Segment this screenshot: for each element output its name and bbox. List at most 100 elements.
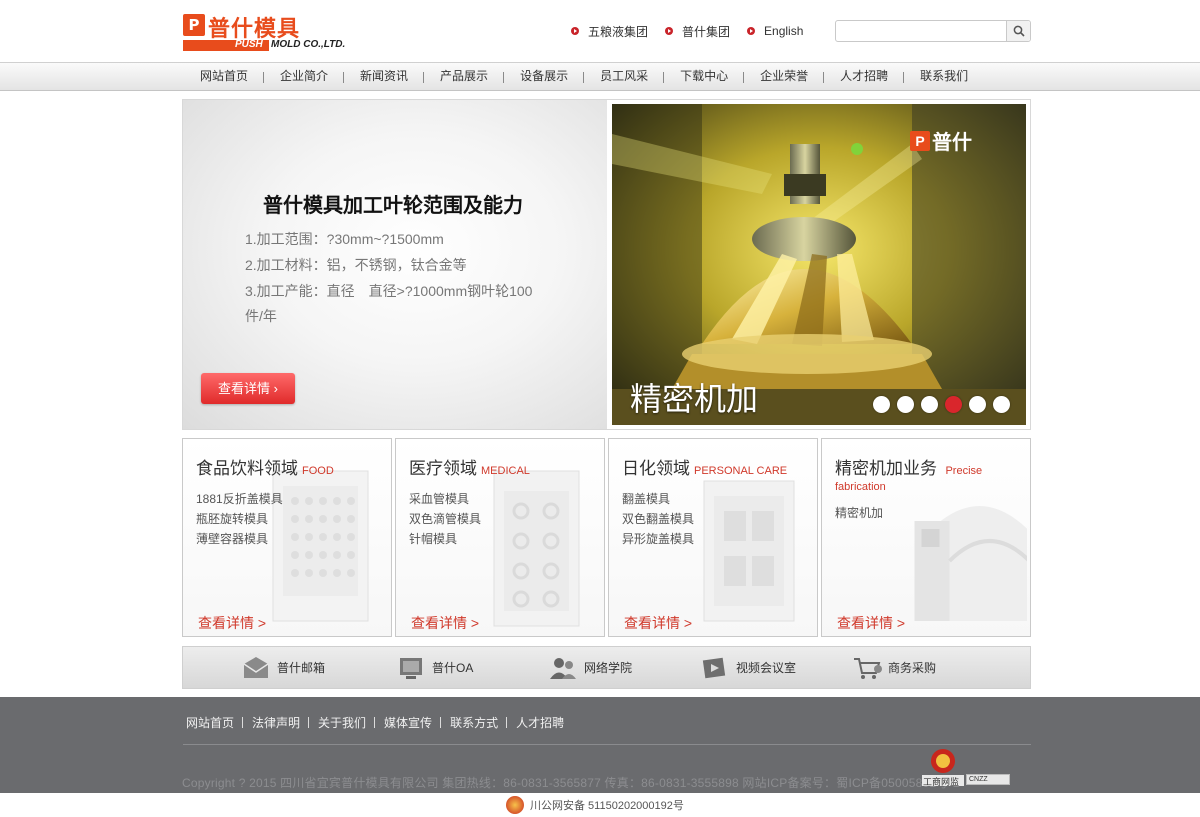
banner-line-1: 1.加工范围：?30mm~?1500mm [245,231,444,247]
top-link-label: 普什集团 [682,24,731,39]
banner-line-2: 2.加工材料：铝，不锈钢，钛合金等 [245,257,467,273]
nav-item-careers[interactable]: 人才招聘 [824,63,905,91]
bullet-arrow-icon [665,27,674,35]
logo-mark: P [183,14,205,36]
photo-logo-text: 普什 [932,132,972,154]
quick-link-label: 普什邮箱 [277,661,326,675]
banner-title: 普什模具加工叶轮范围及能力 [263,193,523,217]
list-item[interactable]: 采血管模具 [409,489,481,509]
list-item[interactable]: 异形旋盖模具 [622,529,694,549]
logo-name-en: PUSH MOLD CO.,LTD. [183,39,363,51]
nav-item-news[interactable]: 新闻资讯 [344,63,425,91]
logo-push-text: PUSH [235,39,263,50]
list-item[interactable]: 薄壁容器模具 [196,529,283,549]
footer-divider [183,744,1031,745]
business-license-badge[interactable]: 工商网监 [922,746,964,787]
banner-detail-button[interactable]: 查看详情 › [201,373,295,404]
search-input[interactable] [838,22,1002,40]
footer-link-media[interactable]: 媒体宣传 [375,714,442,731]
slider-dot-4[interactable] [945,396,962,413]
nav-item-downloads[interactable]: 下载中心 [664,63,745,91]
slider-dot-6[interactable] [993,396,1010,413]
quick-link-video[interactable]: 视频会议室 [700,647,796,688]
quick-links-bar: 普什邮箱 普什OA 网络学院 视频会议室 商务采购 [182,646,1031,689]
quick-link-label: 网络学院 [584,661,633,675]
bullet-arrow-icon [747,27,756,35]
category-title-en-line2: fabrication [835,481,886,493]
top-link-wuliangye[interactable]: 五粮液集团 [571,22,648,40]
list-item[interactable]: 1881反折盖模具 [196,489,283,509]
banner-text-panel: 普什模具加工叶轮范围及能力 1.加工范围：?30mm~?1500mm 2.加工材… [183,100,607,429]
nav-item-products[interactable]: 产品展示 [424,63,505,91]
list-item[interactable]: 翻盖模具 [622,489,694,509]
slider-dot-5[interactable] [969,396,986,413]
category-list: 采血管模具 双色滴管模具 针帽模具 [409,489,481,549]
copyright-text: Copyright ? 2015 四川省宜宾普什模具有限公司 集团热线：86-0… [182,776,960,790]
category-title[interactable]: 日化领域 PERSONAL CARE [622,454,787,479]
site-logo[interactable]: P 普什模具 PUSH MOLD CO.,LTD. [183,12,373,52]
slider-dot-2[interactable] [897,396,914,413]
category-detail-link[interactable]: 查看详情 > [837,613,905,633]
top-link-label: English [764,24,804,38]
category-list: 翻盖模具 双色翻盖模具 异形旋盖模具 [622,489,694,549]
logo-mold-text: MOLD CO.,LTD. [271,39,346,50]
nav-item-home[interactable]: 网站首页 [183,63,265,91]
category-precision: 精密机加业务 Precise fabrication 精密机加 查看详情 > [821,438,1031,637]
category-list: 精密机加 [835,503,883,523]
quick-link-label: 普什OA [432,661,474,675]
footer-link-careers[interactable]: 人才招聘 [507,714,573,731]
quick-link-mail[interactable]: 普什邮箱 [241,647,325,688]
police-record[interactable]: 川公网安备 51150202000192号 [506,796,684,814]
mail-icon [243,656,269,678]
category-title-cn: 日化领域 [622,459,690,479]
category-title[interactable]: 医疗领域 MEDICAL [409,454,530,479]
nav-item-honors[interactable]: 企业荣誉 [744,63,825,91]
category-detail-link[interactable]: 查看详情 > [198,613,266,633]
photo-logo-mark: P [910,130,930,151]
top-link-english[interactable]: English [747,22,803,40]
site-header: P 普什模具 PUSH MOLD CO.,LTD. 五粮液集团 普什集团 Eng… [0,0,1200,62]
top-links: 五粮液集团 普什集团 English [571,22,820,40]
top-link-push-group[interactable]: 普什集团 [665,22,730,40]
list-item[interactable]: 瓶胚旋转模具 [196,509,283,529]
category-detail-link[interactable]: 查看详情 > [624,613,692,633]
footer-link-home[interactable]: 网站首页 [186,714,244,731]
police-emblem-icon [506,796,524,814]
nav-item-about[interactable]: 企业简介 [264,63,345,91]
footer-link-legal[interactable]: 法律声明 [243,714,310,731]
slider-dot-1[interactable] [873,396,890,413]
category-title[interactable]: 食品饮料领域 FOOD [196,454,334,479]
footer-link-about[interactable]: 关于我们 [309,714,376,731]
category-title-en: MEDICAL [481,465,530,477]
search-button[interactable] [1006,21,1030,41]
list-item[interactable]: 双色滴管模具 [409,509,481,529]
mold-image [493,470,580,627]
list-item[interactable]: 双色翻盖模具 [622,509,694,529]
list-item[interactable]: 精密机加 [835,503,883,523]
nav-item-staff[interactable]: 员工风采 [584,63,665,91]
nav-item-contact[interactable]: 联系我们 [904,63,984,91]
quick-link-oa[interactable]: 普什OA [396,647,473,688]
banner-caption: 精密机加 [630,380,759,418]
category-detail-link[interactable]: 查看详情 > [411,613,479,633]
cnzz-badge[interactable]: CNZZ [966,774,1010,785]
quick-link-purchasing[interactable]: 商务采购 [852,647,936,688]
top-link-label: 五粮液集团 [588,24,649,39]
list-item[interactable]: 针帽模具 [409,529,481,549]
office-icon [400,657,422,679]
category-title-en: FOOD [302,465,334,477]
banner-photo[interactable]: P 普什 精密机加 [612,104,1026,425]
banner-line-4: 件/年 [245,308,277,324]
search-icon [1013,25,1025,37]
cart-icon [854,657,882,679]
category-title-cn: 食品饮料领域 [196,459,298,479]
nav-item-equipment[interactable]: 设备展示 [504,63,585,91]
quick-link-academy[interactable]: 网络学院 [548,647,632,688]
main-nav: 网站首页 企业简介 新闻资讯 产品展示 设备展示 员工风采 下载中心 企业荣誉 … [0,62,1200,91]
police-record-text: 川公网安备 51150202000192号 [530,800,684,812]
footer-link-contact[interactable]: 联系方式 [441,714,508,731]
slider-dot-3[interactable] [921,396,938,413]
site-footer: 网站首页 法律声明 关于我们 媒体宣传 联系方式 人才招聘 Copyright … [0,697,1200,793]
category-title[interactable]: 精密机加业务 Precise fabrication [835,454,982,493]
banner-line-3: 3.加工产能：直径 直径>?1000mm钢叶轮100 [245,283,533,299]
